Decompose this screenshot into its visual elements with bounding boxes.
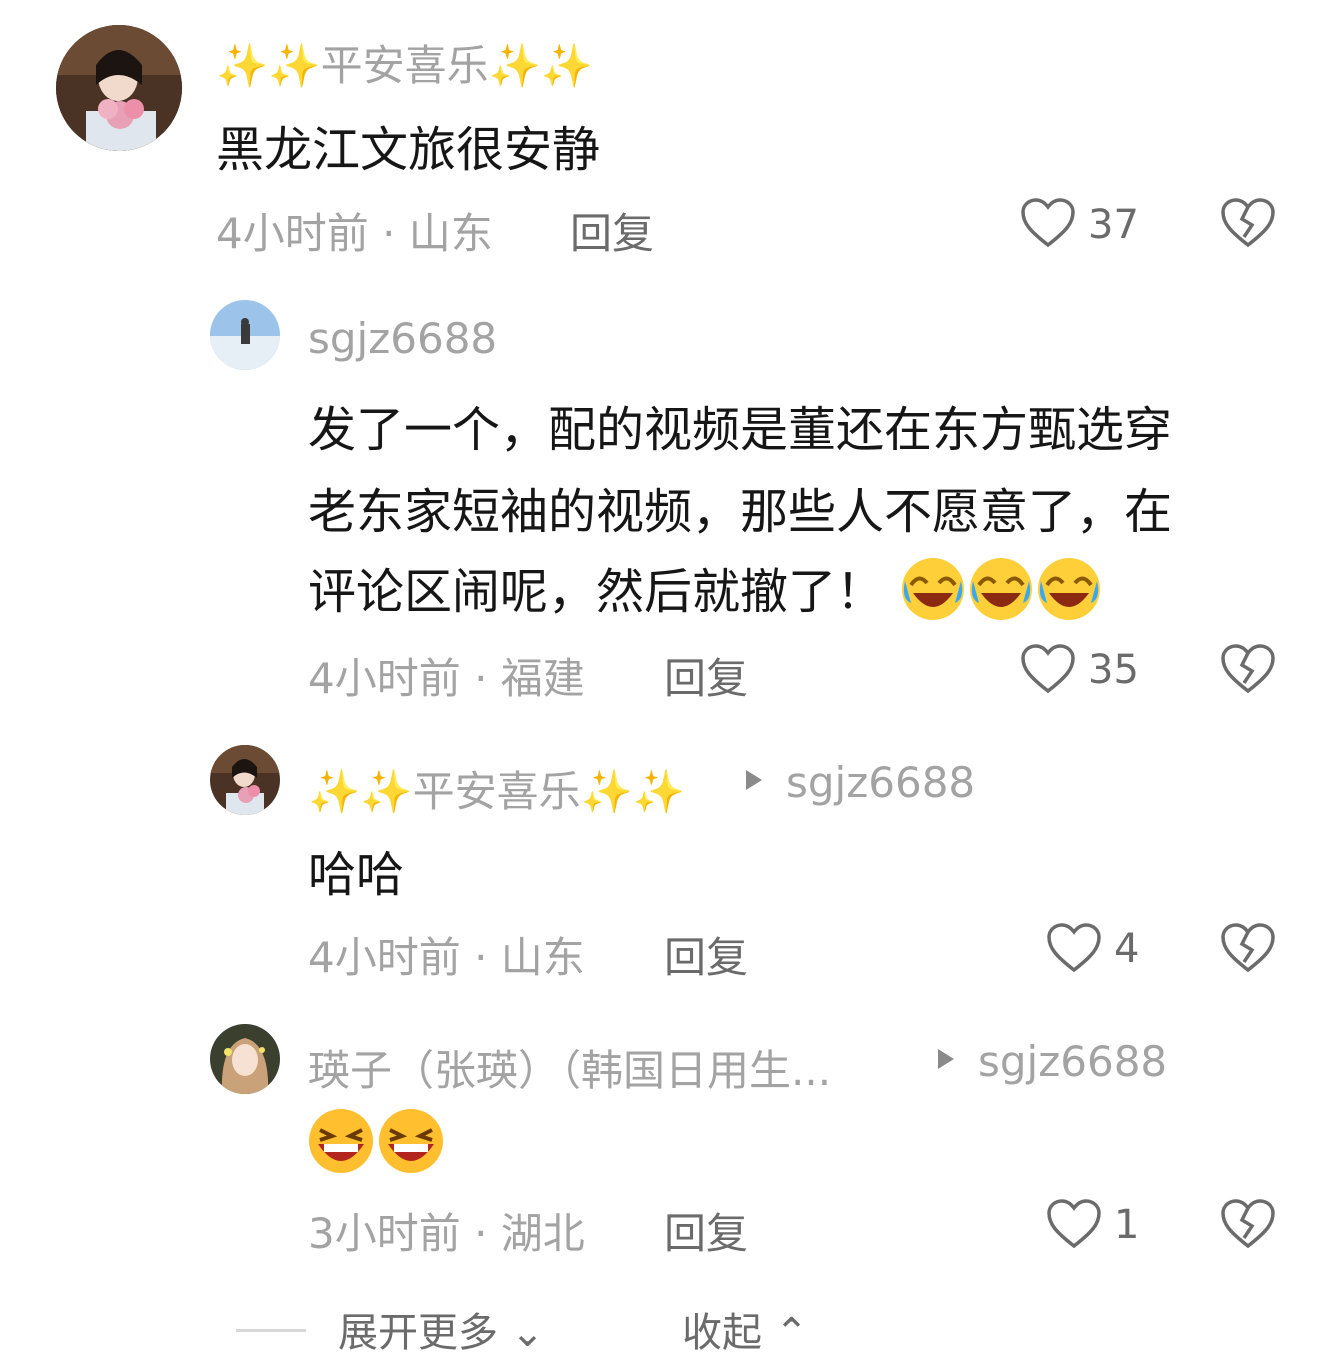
comment-text-line: 评论区闹呢，然后就撤了！ [308, 552, 1103, 635]
comment-meta: 4小时前 · 福建 [308, 645, 585, 706]
collapse-button[interactable]: 收起 ⌃ [682, 1300, 808, 1358]
comment-text: 哈哈 [308, 847, 405, 903]
comment-location: 山东 [408, 209, 493, 258]
expand-more-button[interactable]: 展开更多 ⌄ [338, 1300, 544, 1358]
comment-time: 4小时前 [216, 209, 369, 258]
comment-text-line: 发了一个，配的视频是董还在东方甄选穿 [308, 402, 1173, 458]
dislike-icon[interactable] [1220, 197, 1276, 249]
like-count: 35 [1088, 647, 1139, 693]
separator-dot: · [382, 209, 409, 258]
heart-icon[interactable] [1020, 197, 1076, 249]
comment-location: 湖北 [500, 1209, 585, 1258]
reply-button[interactable]: 回复 [664, 924, 748, 985]
chevron-down-icon: ⌄ [498, 1310, 545, 1356]
reply-button[interactable]: 回复 [570, 200, 654, 261]
sparkle-icon: ✨✨ [216, 41, 321, 90]
comment-emoji-row [306, 1106, 446, 1180]
grin-emoji [376, 1106, 446, 1180]
comment-username[interactable]: ✨✨平安喜乐✨✨ [216, 32, 593, 93]
reply-to-username[interactable]: sgjz6688 [978, 1037, 1167, 1086]
comment-location: 山东 [500, 933, 585, 982]
separator-dot: · [474, 654, 501, 703]
avatar[interactable] [210, 1024, 280, 1094]
sparkle-icon: ✨✨ [308, 767, 413, 816]
comment-meta: 4小时前 · 山东 [216, 200, 493, 261]
comment-location: 福建 [500, 654, 585, 703]
separator-dot: · [474, 1209, 501, 1258]
comment-username[interactable]: sgjz6688 [308, 314, 497, 363]
heart-icon[interactable] [1020, 643, 1076, 695]
avatar[interactable] [210, 300, 280, 370]
like-count: 4 [1114, 926, 1140, 972]
comment-text: 黑龙江文旅很安静 [216, 122, 601, 178]
reply-to-username[interactable]: sgjz6688 [786, 758, 975, 807]
comment-time: 4小时前 [308, 933, 461, 982]
like-count: 37 [1088, 202, 1139, 248]
reply-arrow-icon [938, 1049, 954, 1069]
comment-username[interactable]: ✨✨平安喜乐✨✨ [308, 758, 685, 819]
sparkle-icon: ✨✨ [488, 41, 594, 90]
divider-line [236, 1329, 306, 1332]
comment-text-line: 老东家短袖的视频，那些人不愿意了，在 [308, 484, 1173, 540]
comment-time: 3小时前 [308, 1209, 461, 1258]
comment-username[interactable]: 瑛子（张瑛）（韩国日用生... [308, 1037, 831, 1098]
reply-arrow-icon [746, 770, 762, 790]
avatar[interactable] [210, 745, 280, 815]
grin-emoji [306, 1106, 376, 1180]
comment-time: 4小时前 [308, 654, 461, 703]
dislike-icon[interactable] [1220, 643, 1276, 695]
heart-icon[interactable] [1046, 922, 1102, 974]
dislike-icon[interactable] [1220, 1198, 1276, 1250]
sparkle-icon: ✨✨ [580, 767, 686, 816]
heart-icon[interactable] [1046, 1198, 1102, 1250]
like-count: 1 [1114, 1202, 1140, 1248]
laugh-cry-emoji [1035, 555, 1103, 635]
separator-dot: · [474, 933, 501, 982]
comment-meta: 4小时前 · 山东 [308, 924, 585, 985]
dislike-icon[interactable] [1220, 922, 1276, 974]
reply-button[interactable]: 回复 [664, 645, 748, 706]
comment-meta: 3小时前 · 湖北 [308, 1200, 585, 1261]
reply-button[interactable]: 回复 [664, 1200, 748, 1261]
avatar[interactable] [56, 25, 182, 151]
laugh-cry-emoji [967, 555, 1035, 635]
chevron-up-icon: ⌃ [762, 1310, 809, 1356]
laugh-cry-emoji [899, 555, 967, 635]
